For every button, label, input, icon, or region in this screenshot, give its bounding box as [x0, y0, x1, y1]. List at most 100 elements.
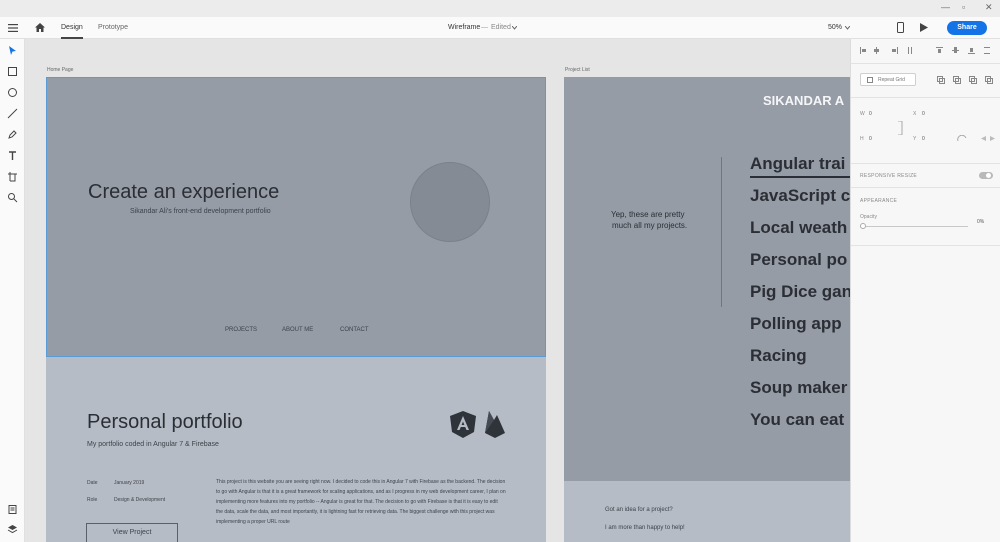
maximize-button[interactable]: ▫ [962, 2, 965, 12]
project-item[interactable]: JavaScript c [750, 186, 850, 206]
portfolio-section: Personal portfolio My portfolio coded in… [46, 357, 546, 542]
role-label: Role [87, 497, 98, 503]
align-icons-row[interactable] [860, 47, 990, 55]
y-field[interactable]: 0 [922, 136, 925, 142]
vertical-divider [721, 157, 722, 307]
play-icon[interactable] [920, 23, 928, 32]
line-tool-icon[interactable] [7, 108, 18, 119]
artboard-home[interactable]: Create an experience Sikandar Ali's fron… [46, 77, 546, 542]
project-item[interactable]: Local weath [750, 218, 847, 238]
separator [851, 187, 1000, 188]
angular-logo-icon [450, 411, 476, 438]
project-item[interactable]: Pig Dice gan [750, 282, 850, 302]
separator [851, 97, 1000, 98]
toggle-knob [986, 173, 991, 178]
artboard-label-home[interactable]: Home Page [47, 67, 73, 73]
footer-line-2: I am more than happy to help! [605, 525, 685, 531]
boolean-icons-row[interactable] [937, 76, 997, 84]
project-item[interactable]: Racing [750, 346, 807, 366]
repeat-grid-icon [867, 77, 873, 83]
tab-prototype[interactable]: Prototype [98, 24, 128, 31]
project-item[interactable]: Polling app [750, 314, 842, 334]
select-tool-icon[interactable] [7, 45, 18, 56]
width-label: W [860, 111, 865, 117]
hero-section[interactable]: Create an experience Sikandar Ali's fron… [46, 77, 546, 357]
close-window-button[interactable]: ✕ [985, 2, 993, 13]
rectangle-tool-icon[interactable] [7, 66, 18, 77]
project-list-section: SIKANDAR A Yep, these are pretty much al… [564, 77, 850, 481]
zoom-level[interactable]: 50% [828, 24, 842, 31]
height-label: H [860, 136, 864, 142]
document-title[interactable]: Wireframe [448, 24, 480, 31]
nav-about-me[interactable]: ABOUT ME [282, 327, 313, 333]
footer-line-1: Got an idea for a project? [605, 507, 673, 513]
repeat-grid-button[interactable]: Repeat Grid [860, 73, 916, 86]
hero-circle [410, 162, 490, 242]
ellipse-tool-icon[interactable] [7, 87, 18, 98]
nav-projects[interactable]: PROJECTS [225, 327, 257, 333]
view-project-button[interactable]: View Project [86, 523, 178, 542]
responsive-resize-label: RESPONSIVE RESIZE [860, 173, 918, 179]
artboard-label-projects[interactable]: Project List [565, 67, 590, 73]
minimize-button[interactable]: — [941, 2, 950, 12]
separator-dash: — [481, 24, 488, 31]
pen-tool-icon[interactable] [7, 129, 18, 140]
document-status: Edited [491, 24, 511, 31]
date-value: January 2019 [114, 480, 145, 486]
assets-panel-icon[interactable] [7, 504, 18, 515]
project-list-footer: Got an idea for a project? I am more tha… [564, 481, 850, 542]
intro-line-2: much all my projects. [612, 221, 688, 230]
tools-rail [0, 39, 25, 542]
project-item[interactable]: Soup maker [750, 378, 847, 398]
zoom-chevron-icon[interactable] [845, 26, 850, 30]
portfolio-subtitle: My portfolio coded in Angular 7 & Fireba… [87, 441, 219, 448]
nav-contact[interactable]: CONTACT [340, 327, 369, 333]
rotate-icon[interactable] [957, 135, 967, 142]
repeat-grid-label: Repeat Grid [878, 77, 905, 83]
project-item[interactable]: Angular trai [750, 154, 845, 174]
zoom-tool-icon[interactable] [7, 192, 18, 203]
hamburger-menu-icon[interactable] [8, 24, 18, 32]
design-canvas[interactable]: Home Page Project List Create an experie… [25, 39, 850, 542]
brand-name[interactable]: SIKANDAR A [763, 93, 844, 108]
top-toolbar: Design Prototype Wireframe — Edited 50% … [0, 17, 1000, 39]
opacity-value[interactable]: 0% [977, 219, 984, 225]
layers-panel-icon[interactable] [7, 524, 18, 535]
opacity-slider-handle[interactable] [860, 223, 866, 229]
share-button[interactable]: Share [947, 21, 987, 35]
active-underline [750, 176, 850, 178]
home-icon[interactable] [35, 23, 45, 32]
property-inspector: Repeat Grid W 0 X 0 H 0 Y 0 RESPONSIVE R… [850, 39, 1000, 542]
project-item[interactable]: Personal po [750, 250, 847, 270]
x-field[interactable]: 0 [922, 111, 925, 117]
window-titlebar: — ▫ ✕ [0, 0, 1000, 17]
project-item[interactable]: You can eat [750, 410, 844, 430]
opacity-slider[interactable] [860, 226, 968, 227]
height-field[interactable]: 0 [869, 136, 872, 142]
role-value: Design & Development [114, 497, 166, 503]
intro-line-1: Yep, these are pretty [611, 210, 685, 219]
portfolio-title: Personal portfolio [87, 411, 243, 433]
separator [851, 63, 1000, 64]
flip-icons[interactable] [980, 135, 996, 142]
chevron-down-icon[interactable] [512, 26, 517, 30]
hero-title: Create an experience [88, 181, 280, 203]
separator [851, 163, 1000, 164]
appearance-label: APPEARANCE [860, 198, 898, 204]
lock-aspect-icon[interactable] [897, 121, 903, 135]
responsive-resize-toggle[interactable] [979, 172, 993, 179]
artboard-project-list[interactable]: SIKANDAR A Yep, these are pretty much al… [564, 77, 850, 542]
tab-design[interactable]: Design [61, 24, 83, 39]
text-tool-icon[interactable] [7, 150, 18, 161]
date-label: Date [87, 480, 98, 486]
opacity-label: Opacity [860, 214, 877, 220]
width-field[interactable]: 0 [869, 111, 872, 117]
firebase-logo-icon [485, 411, 505, 438]
device-preview-icon[interactable] [897, 22, 904, 33]
separator [851, 245, 1000, 246]
hero-subtitle: Sikandar Ali's front-end development por… [130, 208, 271, 215]
x-label: X [913, 111, 917, 117]
project-description: This project is this website you are see… [216, 479, 506, 525]
y-label: Y [913, 136, 917, 142]
artboard-tool-icon[interactable] [7, 171, 18, 182]
